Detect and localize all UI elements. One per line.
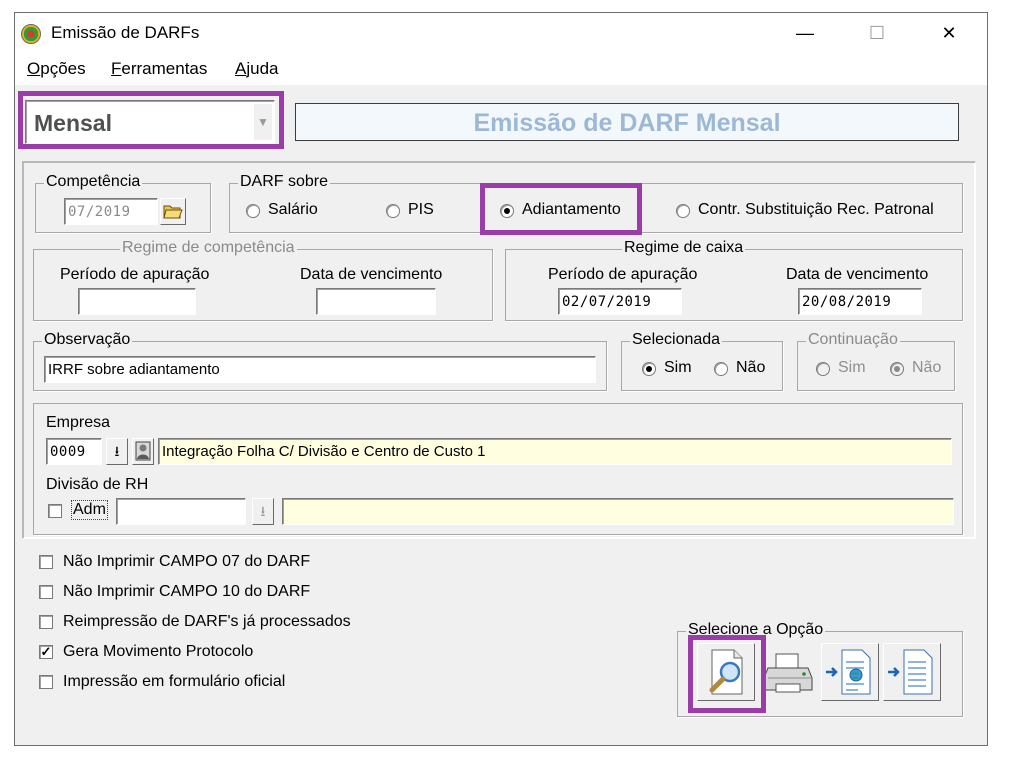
rc-vencimento-field[interactable] (316, 288, 436, 315)
checkbox-impressao-formulario-oficial[interactable] (39, 675, 53, 689)
rcx-vencimento-field[interactable]: 20/08/2019 (798, 288, 922, 315)
adm-label: Adm (71, 500, 108, 520)
highlight-adiantamento (480, 183, 642, 235)
radio-pis[interactable] (386, 204, 400, 218)
banner-title: Emissão de DARF Mensal (473, 109, 781, 137)
label-nao-imprimir-campo-07: Não Imprimir CAMPO 07 do DARF (63, 553, 311, 570)
regime-caixa-group: Regime de caixa Período de apuração 02/0… (505, 239, 963, 321)
highlight-preview-button (688, 635, 766, 713)
empresa-name-field[interactable]: Integração Folha C/ Divisão e Centro de … (158, 438, 952, 465)
radio-salario-label: Salário (268, 201, 318, 218)
maximize-button[interactable]: ☐ (857, 19, 897, 47)
minimize-button[interactable]: — (785, 19, 825, 47)
empresa-code-field[interactable]: 0009 (46, 438, 102, 465)
rc-vencimento-label: Data de vencimento (300, 266, 443, 283)
empresa-name-value: Integração Folha C/ Divisão e Centro de … (162, 443, 486, 460)
observacao-label: Observação (42, 331, 133, 349)
export-file-button[interactable] (883, 643, 941, 701)
checkbox-nao-imprimir-campo-07[interactable] (39, 555, 53, 569)
menu-ferramentas[interactable]: Ferramentas (111, 59, 207, 79)
rc-periodo-field[interactable] (78, 288, 196, 315)
app-logo-icon (21, 24, 41, 44)
rcx-periodo-label: Período de apuração (548, 266, 698, 283)
checkbox-gera-movimento-protocolo[interactable]: ✓ (39, 645, 53, 659)
radio-contr-substituicao-label: Contr. Substituição Rec. Patronal (698, 201, 934, 218)
close-button[interactable]: ✕ (929, 19, 969, 47)
label-nao-imprimir-campo-10: Não Imprimir CAMPO 10 do DARF (63, 583, 311, 600)
competencia-field[interactable]: 07/2019 (64, 198, 158, 225)
observacao-value: IRRF sobre adiantamento (48, 361, 220, 378)
divisao-label: Divisão de RH (46, 476, 149, 493)
export-web-button[interactable] (821, 643, 879, 701)
checkbox-reimpressao[interactable] (39, 615, 53, 629)
label-reimpressao: Reimpressão de DARF's já processados (63, 613, 351, 630)
radio-selecionada-sim[interactable] (642, 362, 656, 376)
label-impressao-formulario-oficial: Impressão em formulário oficial (63, 673, 286, 690)
radio-continuacao-nao[interactable] (890, 362, 904, 376)
menu-opcoes[interactable]: Opções (27, 59, 86, 79)
competencia-value: 07/2019 (68, 204, 131, 220)
header-banner: Emissão de DARF Mensal (295, 103, 959, 141)
menu-ajuda[interactable]: Ajuda (235, 59, 278, 79)
continuacao-label: Continuação (806, 331, 900, 349)
observacao-input[interactable]: IRRF sobre adiantamento (44, 356, 596, 383)
radio-selecionada-nao-label: Não (736, 359, 766, 376)
window-title: Emissão de DARFs (51, 23, 200, 42)
radio-selecionada-sim-label: Sim (664, 359, 692, 376)
rcx-vencimento-label: Data de vencimento (786, 266, 929, 283)
menu-bar: Opções Ferramentas Ajuda (15, 53, 987, 85)
empresa-code-value: 0009 (50, 444, 86, 460)
user-search-icon[interactable] (132, 438, 154, 465)
radio-contr-substituicao[interactable] (676, 204, 690, 218)
competencia-group: Competência 07/2019 (35, 173, 211, 233)
rc-periodo-label: Período de apuração (60, 266, 210, 283)
radio-continuacao-sim[interactable] (816, 362, 830, 376)
export-file-icon (888, 649, 933, 695)
regime-competencia-group: Regime de competência Período de apuraçã… (33, 239, 493, 321)
divisao-name-field[interactable] (282, 498, 954, 525)
radio-pis-label: PIS (408, 201, 434, 218)
adm-checkbox[interactable] (48, 504, 62, 518)
title-bar: Emissão de DARFs — ☐ ✕ (15, 13, 987, 53)
download-arrow-icon[interactable]: ⭳ (106, 438, 128, 465)
highlight-period-select (18, 91, 284, 149)
continuacao-group: Continuação Sim Não (797, 331, 955, 391)
rcx-periodo-value: 02/07/2019 (562, 294, 652, 310)
checkbox-nao-imprimir-campo-10[interactable] (39, 585, 53, 599)
radio-salario[interactable] (246, 204, 260, 218)
radio-continuacao-sim-label: Sim (838, 359, 866, 376)
empresa-group: Empresa 0009 ⭳ Integração Folha C/ Divis… (33, 403, 963, 535)
selecionada-group: Selecionada Sim Não (621, 331, 783, 391)
rcx-vencimento-value: 20/08/2019 (802, 294, 892, 310)
rcx-periodo-field[interactable]: 02/07/2019 (558, 288, 682, 315)
selecionada-label: Selecionada (630, 331, 723, 349)
radio-continuacao-nao-label: Não (912, 359, 942, 376)
regime-competencia-label: Regime de competência (120, 239, 297, 257)
divisao-code-field[interactable] (116, 498, 246, 525)
observacao-group: Observação IRRF sobre adiantamento (33, 331, 607, 391)
export-web-icon (826, 649, 871, 695)
folder-open-icon[interactable] (160, 198, 186, 225)
label-gera-movimento-protocolo: Gera Movimento Protocolo (63, 643, 254, 660)
regime-caixa-label: Regime de caixa (622, 239, 746, 257)
download-arrow-icon[interactable]: ⭳ (252, 498, 274, 525)
darf-sobre-label: DARF sobre (238, 173, 331, 191)
darf-window: Emissão de DARFs — ☐ ✕ Opções Ferramenta… (14, 12, 988, 746)
print-button[interactable] (759, 643, 817, 701)
radio-selecionada-nao[interactable] (714, 362, 728, 376)
competencia-label: Competência (44, 173, 143, 191)
empresa-label: Empresa (46, 414, 111, 431)
printer-icon (763, 653, 813, 693)
